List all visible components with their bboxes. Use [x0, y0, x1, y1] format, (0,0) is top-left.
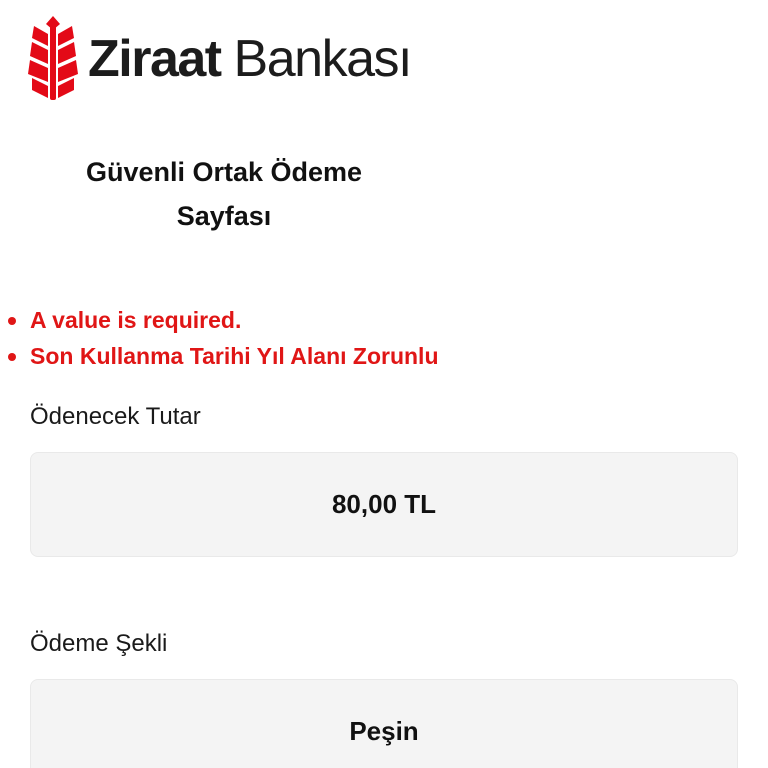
- error-item: A value is required.: [0, 302, 439, 338]
- bank-name-light: Bankası: [220, 30, 413, 88]
- amount-value: 80,00 TL: [331, 489, 437, 519]
- bank-header: Ziraat Bankası: [28, 14, 413, 104]
- error-item: Son Kullanma Tarihi Yıl Alanı Zorunlu: [0, 338, 439, 374]
- bank-name-bold: Ziraat: [88, 30, 222, 88]
- error-text: Son Kullanma Tarihi Yıl Alanı Zorunlu: [30, 343, 439, 369]
- amount-label: Ödenecek Tutar: [30, 403, 201, 430]
- bullet-icon: [8, 353, 16, 361]
- wheat-logo-icon: [28, 16, 78, 100]
- bullet-icon: [8, 317, 16, 325]
- payment-page: Ziraat Bankası Güvenli Ortak Ödeme Sayfa…: [0, 0, 768, 768]
- payment-method-value: Peşin: [349, 716, 419, 746]
- error-text: A value is required.: [30, 307, 242, 333]
- payment-method-label: Ödeme Şekli: [30, 630, 168, 657]
- bank-logo-text: Ziraat Bankası: [88, 30, 413, 88]
- page-title-line1: Güvenli Ortak Ödeme: [85, 157, 363, 187]
- payment-method-field[interactable]: Peşin: [30, 679, 738, 768]
- page-title-line2: Sayfası: [176, 201, 272, 231]
- validation-error-list: A value is required. Son Kullanma Tarihi…: [0, 302, 439, 374]
- page-title: Güvenli Ortak Ödeme Sayfası: [64, 150, 384, 238]
- amount-field: 80,00 TL: [30, 452, 738, 557]
